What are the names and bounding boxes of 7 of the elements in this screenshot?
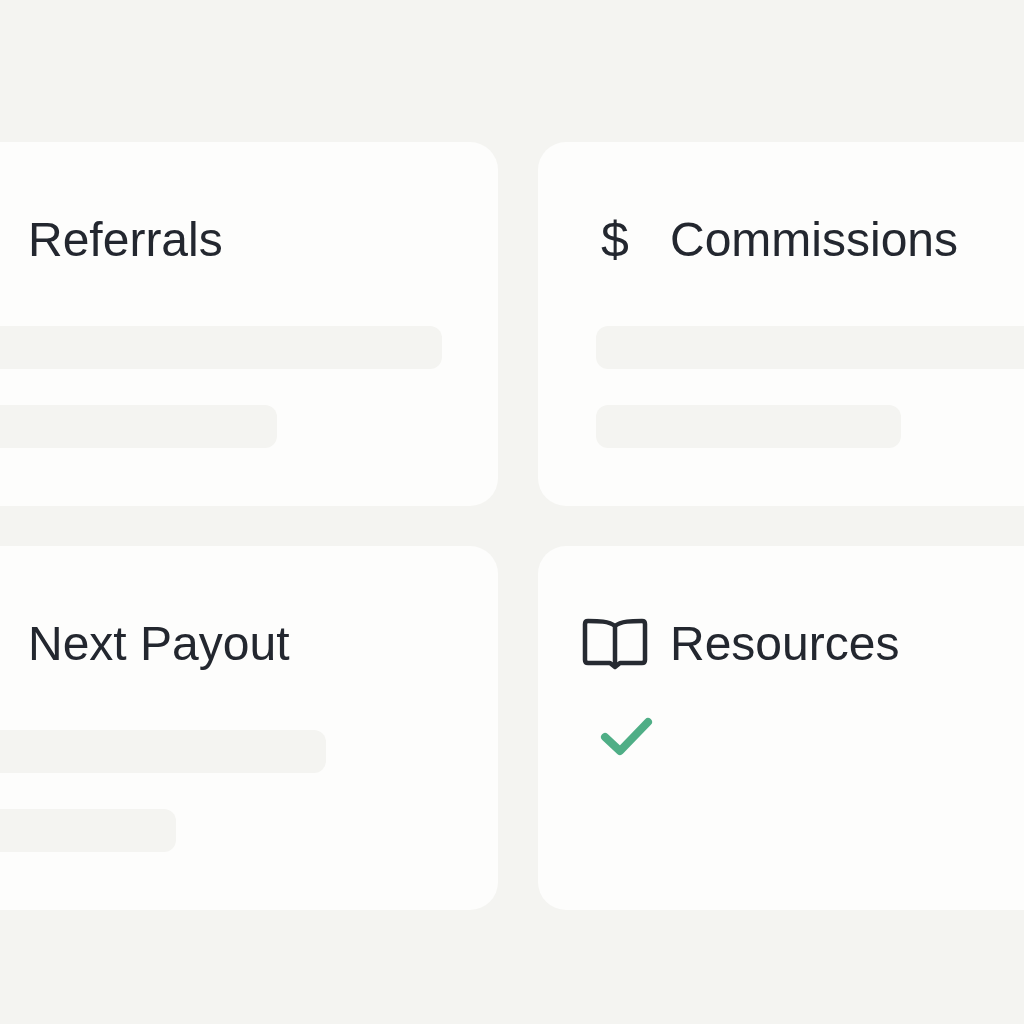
dollar-symbol: $ bbox=[601, 215, 629, 265]
book-icon bbox=[582, 618, 648, 670]
card-title: Next Payout bbox=[28, 620, 290, 668]
card-title: Resources bbox=[670, 620, 900, 668]
card-title: Commissions bbox=[670, 216, 959, 264]
card-title: Referrals bbox=[28, 216, 223, 264]
check-icon bbox=[600, 716, 654, 758]
